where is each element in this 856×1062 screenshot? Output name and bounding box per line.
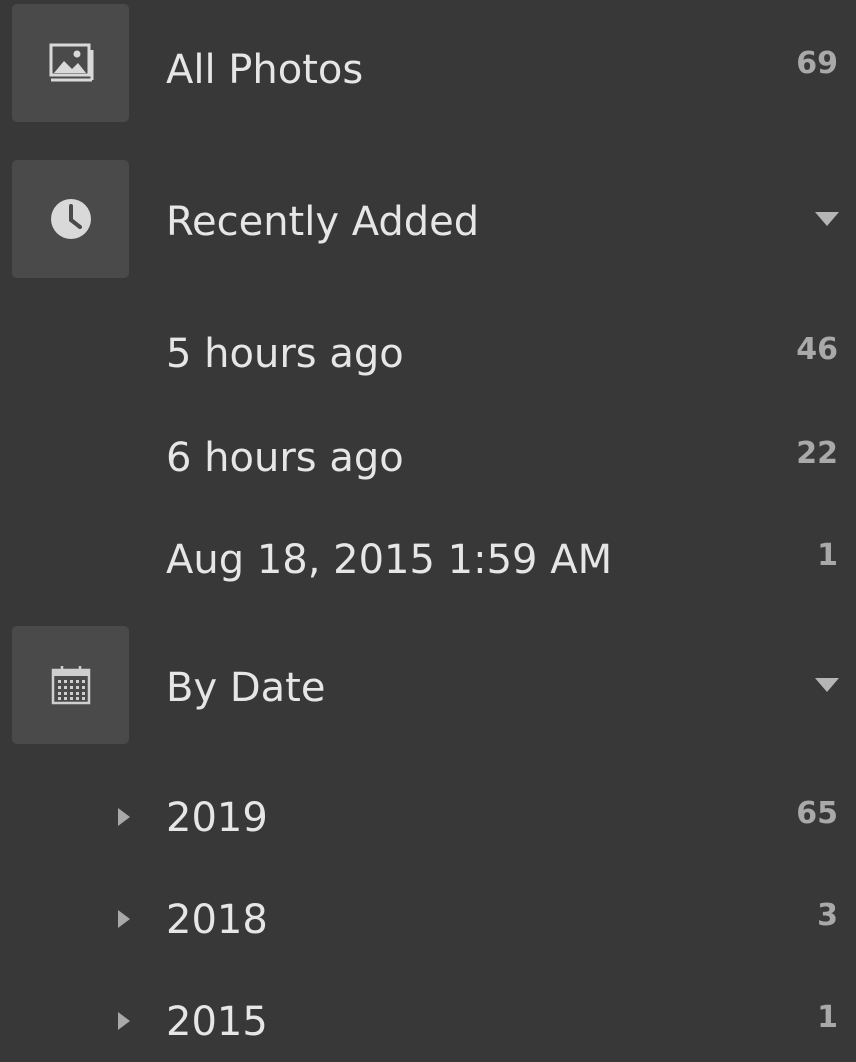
by-date-row[interactable]: By Date: [0, 626, 856, 744]
recent-item-label: 5 hours ago: [166, 331, 404, 377]
calendar-icon: [50, 664, 92, 706]
by-date-icon-tile[interactable]: [12, 626, 129, 744]
recently-added-label: Recently Added: [166, 199, 480, 245]
year-label: 2018: [166, 897, 268, 943]
library-panel: All Photos 69 Recently Added 5 hours ago…: [0, 0, 856, 1062]
year-count: 1: [817, 1000, 838, 1035]
year-row-2018[interactable]: 2018 3: [0, 876, 856, 966]
year-row-2019[interactable]: 2019 65: [0, 774, 856, 864]
chevron-right-icon[interactable]: [118, 910, 130, 928]
recent-item-6-hours[interactable]: 6 hours ago 22: [0, 414, 856, 504]
all-photos-row[interactable]: All Photos 69: [0, 4, 856, 122]
recent-item-count: 22: [796, 436, 838, 471]
year-count: 3: [817, 898, 838, 933]
recent-item-count: 46: [796, 332, 838, 367]
recent-item-count: 1: [817, 538, 838, 573]
recent-item-label: Aug 18, 2015 1:59 AM: [166, 537, 613, 583]
year-label: 2015: [166, 999, 268, 1045]
recently-added-row[interactable]: Recently Added: [0, 160, 856, 278]
recently-added-icon-tile[interactable]: [12, 160, 129, 278]
all-photos-count: 69: [796, 46, 838, 81]
image-icon: [48, 42, 94, 84]
chevron-right-icon[interactable]: [118, 1012, 130, 1030]
year-count: 65: [796, 796, 838, 831]
chevron-right-icon[interactable]: [118, 808, 130, 826]
chevron-down-icon[interactable]: [815, 212, 839, 226]
chevron-down-icon[interactable]: [815, 678, 839, 692]
year-label: 2019: [166, 795, 268, 841]
clock-icon: [48, 196, 94, 242]
all-photos-icon-tile[interactable]: [12, 4, 129, 122]
recent-item-aug-18-2015[interactable]: Aug 18, 2015 1:59 AM 1: [0, 516, 856, 606]
by-date-label: By Date: [166, 665, 326, 711]
recent-item-label: 6 hours ago: [166, 435, 404, 481]
all-photos-label: All Photos: [166, 47, 364, 93]
year-row-2015[interactable]: 2015 1: [0, 978, 856, 1062]
recent-item-5-hours[interactable]: 5 hours ago 46: [0, 310, 856, 400]
